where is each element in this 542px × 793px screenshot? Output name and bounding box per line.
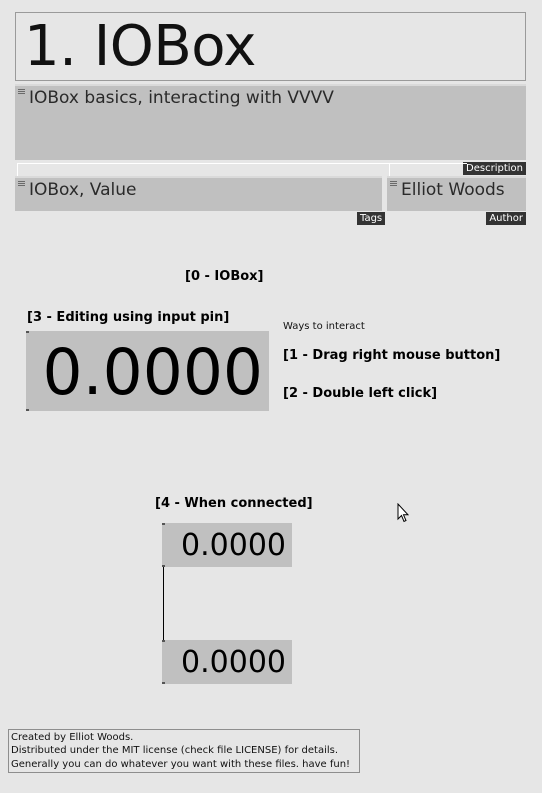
link-wire [389, 163, 390, 176]
link-wire [17, 163, 18, 176]
description-iobox[interactable]: IOBox basics, interacting with VVVV [15, 84, 526, 160]
value-text-big: 0.0000 [42, 336, 263, 409]
output-pin[interactable] [162, 682, 165, 684]
value-iobox-sink[interactable]: 0.0000 [162, 640, 292, 684]
title-box[interactable]: 1. IOBox [15, 12, 526, 81]
value-iobox-source[interactable]: 0.0000 [162, 523, 292, 567]
tags-iobox[interactable]: IOBox, Value [15, 176, 382, 211]
connected-label: [4 - When connected] [155, 496, 313, 511]
link-wire [17, 163, 467, 164]
output-pin[interactable] [26, 409, 29, 411]
value-text-sink: 0.0000 [181, 645, 286, 680]
credits-line: Distributed under the MIT license (check… [11, 745, 339, 756]
drag-label: [1 - Drag right mouse button] [283, 348, 501, 363]
grip-icon[interactable] [18, 89, 25, 95]
value-iobox-big[interactable]: 0.0000 [26, 331, 269, 411]
input-pin[interactable] [162, 640, 165, 642]
credits-line: Created by Elliot Woods. [11, 732, 134, 743]
cursor-icon [397, 503, 409, 523]
author-iobox[interactable]: Elliot Woods [387, 176, 526, 211]
double-click-label: [2 - Double left click] [283, 386, 438, 401]
value-text-source: 0.0000 [181, 528, 286, 563]
ways-label: Ways to interact [283, 321, 365, 332]
input-pin[interactable] [26, 331, 29, 333]
description-text: IOBox basics, interacting with VVVV [29, 88, 334, 108]
editing-label: [3 - Editing using input pin] [27, 310, 230, 325]
author-text: Elliot Woods [401, 180, 505, 200]
grip-icon[interactable] [18, 181, 25, 187]
author-tag: Author [486, 212, 526, 225]
patch-title: 1. IOBox [24, 14, 256, 79]
link-wire[interactable] [163, 567, 164, 640]
grip-icon[interactable] [390, 181, 397, 187]
iobox-label: [0 - IOBox] [185, 269, 264, 284]
tags-tag: Tags [357, 212, 386, 225]
tags-text: IOBox, Value [29, 180, 137, 200]
input-pin[interactable] [162, 523, 165, 525]
credits-box[interactable]: Created by Elliot Woods. Distributed und… [8, 729, 360, 773]
description-tag: Description [463, 162, 526, 175]
credits-line: Generally you can do whatever you want w… [11, 759, 351, 770]
